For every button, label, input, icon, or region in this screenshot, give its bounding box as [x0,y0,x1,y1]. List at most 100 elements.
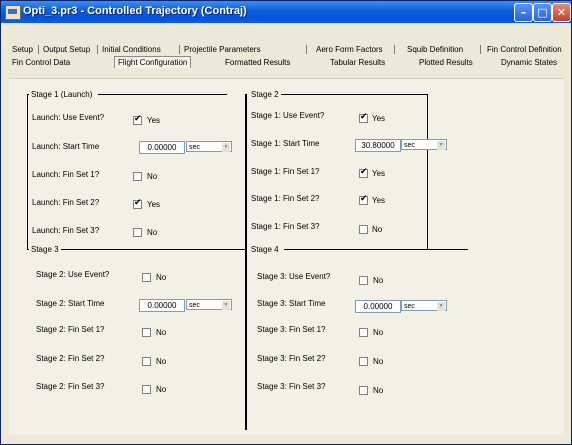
stage-2-use-event-label: Stage 1: Use Event? [251,111,325,120]
stage-2-start-time-unit[interactable]: sec ▼ [401,139,447,150]
minimize-icon[interactable]: – [514,3,533,22]
stage-4-use-event-checkbox[interactable] [359,276,368,285]
stage-4-fin1-value: No [373,328,384,337]
stage-3-fin1-value: No [156,328,167,337]
stage-1-fin1-checkbox[interactable] [133,172,142,181]
frame-line [427,94,428,249]
tab-divider [179,45,180,54]
tab-row-1: Setup Output Setup Initial Conditions Pr… [1,44,571,56]
tab-squib-definition[interactable]: Squib Definition [407,44,463,55]
tab-divider [480,45,481,54]
stage-4-use-event-value: No [373,276,384,285]
stage-1-start-time-unit[interactable]: sec ▼ [186,141,232,152]
tab-flight-configuration[interactable]: Flight Configuration [114,56,192,68]
stage-3-use-event-checkbox[interactable] [142,273,151,282]
stage-4-fin3-value: No [373,386,384,395]
stage-4-start-time-label: Stage 3: Start Time [257,299,326,308]
stage-1-fin1-value: No [147,172,158,181]
stage-3-fin1-label: Stage 2: Fin Set 1? [36,325,105,334]
tab-aero-form-factors[interactable]: Aero Form Factors [316,44,383,55]
stage-4-fin1-label: Stage 3: Fin Set 1? [257,325,326,334]
dropdown-icon[interactable]: ▼ [437,302,445,311]
tab-tabular-results[interactable]: Tabular Results [330,57,385,68]
app-window: Opti_3.pr3 - Controlled Trajectory (Cont… [0,0,572,445]
stage-1-start-time-input[interactable]: 0.00000 [139,141,185,154]
stage-2-fin3-value: No [372,225,383,234]
stage-3-fin1-checkbox[interactable] [142,328,151,337]
stage-1-use-event-label: Launch: Use Event? [32,113,105,122]
stage-1-start-time-label: Launch: Start Time [32,142,100,151]
stage-2-fin3-label: Stage 1: Fin Set 3? [251,222,320,231]
frame-line [276,94,427,95]
unit-text: sec [189,144,200,151]
stage-2-fin3-checkbox[interactable] [359,225,368,234]
tab-row-2: Fin Control Data Flight Configuration Fo… [1,56,571,69]
stage-2-fin1-label: Stage 1: Fin Set 1? [251,167,320,176]
close-icon[interactable]: ✕ [552,3,571,22]
flight-configuration-panel: Stage 1 (Launch) Launch: Use Event? Yes … [9,78,564,435]
frame-line [245,94,247,430]
stage-4-start-time-input[interactable]: 0.00000 [355,300,401,313]
stage-1-use-event-value: Yes [147,116,161,125]
stage-3-start-time-unit[interactable]: sec ▼ [186,299,232,310]
stage-3-fin3-label: Stage 2: Fin Set 3? [36,382,105,391]
stage-3-fin2-checkbox[interactable] [142,357,151,366]
tab-initial-conditions[interactable]: Initial Conditions [102,44,161,55]
dropdown-icon[interactable]: ▼ [222,143,230,152]
tab-divider [38,45,39,54]
stage-1-fin2-label: Launch: Fin Set 2? [32,198,100,207]
tab-setup[interactable]: Setup [12,44,33,55]
maximize-icon[interactable]: □ [533,3,552,22]
dropdown-icon[interactable]: ▼ [437,141,445,150]
stage-3-fin3-value: No [156,385,167,394]
unit-text: sec [404,142,415,149]
tab-divider [306,45,307,54]
stage-2-fin2-value: Yes [372,196,386,205]
stage-4-start-time-unit[interactable]: sec ▼ [401,300,447,311]
stage-3-fin3-checkbox[interactable] [142,385,151,394]
stage-3-start-time-label: Stage 2: Start Time [36,299,105,308]
tab-divider [394,45,395,54]
stage-2-fin1-checkbox[interactable] [359,167,368,178]
frame-line [61,249,245,250]
window-title: Opti_3.pr3 - Controlled Trajectory (Cont… [23,5,247,17]
stage-2-title: Stage 2 [249,90,281,99]
stage-4-title: Stage 4 [249,245,281,254]
unit-text: sec [189,302,200,309]
stage-2-fin2-label: Stage 1: Fin Set 2? [251,194,320,203]
tab-output-setup[interactable]: Output Setup [43,44,90,55]
stage-1-fin3-label: Launch: Fin Set 3? [32,226,100,235]
dropdown-icon[interactable]: ▼ [222,301,230,310]
stage-2-fin1-value: Yes [372,169,386,178]
stage-2-use-event-checkbox[interactable] [359,112,368,123]
stage-1-fin2-value: Yes [147,200,161,209]
stage-4-fin3-checkbox[interactable] [359,386,368,395]
stage-1-title: Stage 1 (Launch) [29,90,95,99]
app-icon [5,5,21,20]
stage-3-start-time-input[interactable]: 0.00000 [139,299,185,312]
stage-3-use-event-value: No [156,273,167,282]
frame-line [27,94,28,249]
stage-2-start-time-label: Stage 1: Start Time [251,139,320,148]
stage-3-fin2-label: Stage 2: Fin Set 2? [36,354,105,363]
frame-line [284,249,468,250]
tab-divider [97,45,98,54]
stage-1-fin2-checkbox[interactable] [133,198,142,209]
tab-formatted-results[interactable]: Formatted Results [225,57,290,68]
frame-line [98,94,227,95]
stage-4-fin2-label: Stage 3: Fin Set 2? [257,354,326,363]
stage-1-use-event-checkbox[interactable] [133,114,142,125]
stage-4-fin1-checkbox[interactable] [359,328,368,337]
stage-1-fin1-label: Launch: Fin Set 1? [32,170,100,179]
stage-2-fin2-checkbox[interactable] [359,194,368,205]
tab-plotted-results[interactable]: Plotted Results [419,57,473,68]
tab-fin-control-data[interactable]: Fin Control Data [12,57,70,68]
stage-4-fin2-checkbox[interactable] [359,357,368,366]
stage-2-start-time-input[interactable]: 30.80000 [355,139,401,152]
tab-dynamic-states[interactable]: Dynamic States [501,57,557,68]
stage-4-fin2-value: No [373,357,384,366]
title-bar[interactable]: Opti_3.pr3 - Controlled Trajectory (Cont… [1,1,571,23]
stage-1-fin3-checkbox[interactable] [133,228,142,237]
tab-fin-control-definition[interactable]: Fin Control Definition [487,44,562,55]
tab-projectile-parameters[interactable]: Projectile Parameters [184,44,260,55]
